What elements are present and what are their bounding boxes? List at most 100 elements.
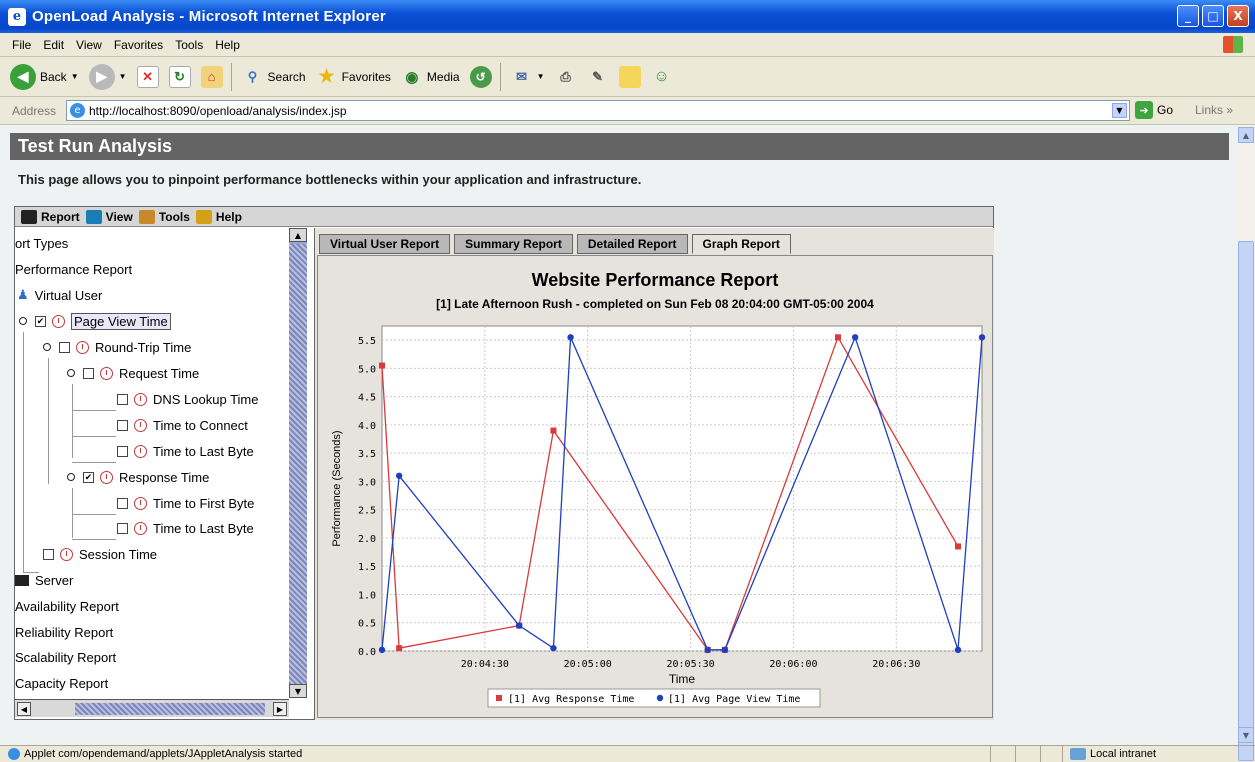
x-tick-label: 20:06:00 xyxy=(769,659,817,670)
stop-button[interactable]: ✕ xyxy=(136,65,159,88)
applet-menu-report[interactable]: Report xyxy=(21,209,80,224)
tree-item-dns-lookup-time[interactable]: DNS Lookup Time xyxy=(117,388,259,410)
favorites-button[interactable]: ★ Favorites xyxy=(316,66,390,88)
checkbox[interactable] xyxy=(117,419,128,431)
menu-edit[interactable]: Edit xyxy=(43,38,64,52)
mail-button[interactable]: ✉ ▼ xyxy=(511,66,544,88)
links-button[interactable]: Links » xyxy=(1195,103,1233,117)
tree-item-reliability-report[interactable]: Reliability Report xyxy=(15,621,113,643)
tree-scroll-down-icon[interactable]: ▼ xyxy=(289,684,307,698)
applet-menu-view-label: View xyxy=(105,209,133,224)
go-arrow-icon: ➜ xyxy=(1135,101,1153,119)
checkbox[interactable] xyxy=(117,393,128,405)
tree-item-scalability-report[interactable]: Scalability Report xyxy=(15,646,116,668)
messenger-button[interactable]: ☺ xyxy=(651,66,673,88)
tree-hscroll-thumb[interactable] xyxy=(75,703,265,715)
tree-item-report-types[interactable]: ort Types xyxy=(15,232,68,254)
data-point-page-view-time xyxy=(954,646,962,654)
menu-help[interactable]: Help xyxy=(215,38,240,52)
checkbox[interactable] xyxy=(117,445,128,457)
report-pane: Virtual User Report Summary Report Detai… xyxy=(314,228,994,720)
tree-item-time-to-connect[interactable]: Time to Connect xyxy=(117,414,248,436)
address-url[interactable]: http://localhost:8090/openload/analysis/… xyxy=(89,104,347,118)
tab-graph-report[interactable]: Graph Report xyxy=(691,234,791,254)
y-tick-label: 1.5 xyxy=(358,562,376,573)
tree-scroll-right-icon[interactable]: ▶ xyxy=(273,702,287,716)
scroll-thumb[interactable] xyxy=(1238,241,1254,761)
expand-toggle-icon[interactable] xyxy=(43,343,51,351)
history-button[interactable]: ↺ xyxy=(469,65,492,88)
tree-item-time-to-last-byte[interactable]: Time to Last Byte xyxy=(117,440,254,462)
tree-item-server[interactable]: Server xyxy=(15,569,73,591)
expand-toggle-icon[interactable] xyxy=(19,317,27,325)
applet-menu-tools[interactable]: Tools xyxy=(138,209,190,224)
tree-item-virtual-user[interactable]: ♟ Virtual User xyxy=(17,284,102,306)
data-point-page-view-time xyxy=(567,334,574,341)
back-label: Back xyxy=(40,69,67,84)
y-tick-label: 3.5 xyxy=(358,449,376,460)
clock-icon xyxy=(134,418,147,432)
status-text: Applet com/opendemand/applets/JAppletAna… xyxy=(24,747,303,760)
checkbox[interactable] xyxy=(83,367,94,379)
browser-toolbar: ◀ Back ▼ ▶ ▼ ✕ ↻ ⌂ ⚲ Search ★ Favorites ◉ … xyxy=(0,57,1255,97)
checkbox-checked[interactable]: ✔ xyxy=(35,315,46,327)
tree-item-capacity-report[interactable]: Capacity Report xyxy=(15,672,108,694)
tab-detailed-report[interactable]: Detailed Report xyxy=(576,234,688,254)
menu-favorites[interactable]: Favorites xyxy=(114,38,163,52)
analysis-applet: Report View Tools Help ort Types Perform… xyxy=(14,206,994,720)
y-tick-label: 0.0 xyxy=(358,647,376,658)
back-arrow-icon: ◀ xyxy=(10,63,36,90)
tree-horizontal-scrollbar[interactable]: ◀ ▶ xyxy=(15,699,289,717)
print-button[interactable]: ⎙ xyxy=(555,66,577,88)
checkbox[interactable] xyxy=(59,341,70,353)
x-tick-label: 20:05:00 xyxy=(564,659,612,670)
edit-button[interactable]: ✎ xyxy=(587,66,609,88)
discuss-button[interactable] xyxy=(618,65,641,88)
checkbox[interactable] xyxy=(43,548,54,560)
clock-icon xyxy=(60,547,73,561)
tab-summary-report[interactable]: Summary Report xyxy=(454,234,573,254)
tree-item-session-time[interactable]: Session Time xyxy=(43,543,157,565)
minimize-button[interactable]: _ xyxy=(1177,5,1199,27)
page-scrollbar[interactable]: ▲ ▼ xyxy=(1237,125,1255,761)
menu-tools[interactable]: Tools xyxy=(175,38,203,52)
tab-virtual-user-report[interactable]: Virtual User Report xyxy=(319,234,451,254)
menu-file[interactable]: File xyxy=(12,38,31,52)
forward-button[interactable]: ▶ ▼ xyxy=(88,63,127,90)
maximize-button[interactable]: □ xyxy=(1202,5,1224,27)
tree-item-page-view-time[interactable]: ✔ Page View Time xyxy=(19,310,171,332)
tree-item-round-trip-time[interactable]: Round-Trip Time xyxy=(43,336,191,358)
checkbox-checked[interactable]: ✔ xyxy=(83,471,94,483)
media-button[interactable]: ◉ Media xyxy=(401,66,459,88)
applet-menu-report-label: Report xyxy=(41,209,80,224)
back-button[interactable]: ◀ Back ▼ xyxy=(10,63,79,90)
scroll-up-icon[interactable]: ▲ xyxy=(1238,127,1254,143)
tree-item-availability-report[interactable]: Availability Report xyxy=(15,595,119,617)
checkbox[interactable] xyxy=(117,522,128,534)
address-input[interactable]: e http://localhost:8090/openload/analysi… xyxy=(66,100,1130,121)
address-dropdown-icon[interactable]: ▼ xyxy=(1112,103,1127,118)
menu-view[interactable]: View xyxy=(76,38,102,52)
tree-item-response-time[interactable]: ✔ Response Time xyxy=(67,466,209,488)
tree-item-performance-report[interactable]: Performance Report xyxy=(15,258,132,280)
close-button[interactable]: X xyxy=(1227,5,1249,27)
tree-item-time-to-last-byte-response[interactable]: Time to Last Byte xyxy=(117,517,254,539)
tree-scroll-thumb[interactable] xyxy=(289,244,307,684)
tree-scroll-left-icon[interactable]: ◀ xyxy=(17,702,31,716)
y-tick-label: 5.5 xyxy=(358,336,376,347)
applet-menu-help[interactable]: Help xyxy=(195,209,242,224)
search-button[interactable]: ⚲ Search xyxy=(242,66,306,88)
home-button[interactable]: ⌂ xyxy=(200,65,223,88)
tree-vertical-scrollbar[interactable]: ▲ ▼ xyxy=(289,228,307,698)
scroll-down-icon[interactable]: ▼ xyxy=(1238,727,1254,743)
tree-scroll-up-icon[interactable]: ▲ xyxy=(289,228,307,242)
tree-item-request-time[interactable]: Request Time xyxy=(67,362,199,384)
expand-toggle-icon[interactable] xyxy=(67,369,75,377)
tree-item-time-to-first-byte[interactable]: Time to First Byte xyxy=(117,492,254,514)
refresh-button[interactable]: ↻ xyxy=(168,65,191,88)
applet-menu-view[interactable]: View xyxy=(85,209,133,224)
go-button[interactable]: ➜ Go xyxy=(1135,101,1173,119)
page-intro: This page allows you to pinpoint perform… xyxy=(18,172,642,187)
checkbox[interactable] xyxy=(117,497,128,509)
expand-toggle-icon[interactable] xyxy=(67,473,75,481)
